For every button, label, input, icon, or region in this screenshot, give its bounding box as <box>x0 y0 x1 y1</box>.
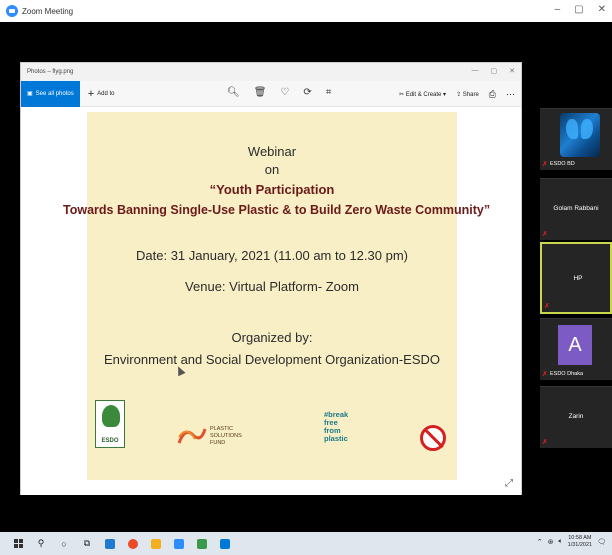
edit-create-label: Edit & Create <box>405 92 442 98</box>
participant-name: ESDO BD <box>550 161 575 167</box>
photos-icon: ▣ <box>27 91 33 97</box>
delete-icon[interactable]: 🗑︎ <box>254 87 267 98</box>
psf-text-1: PLASTIC <box>210 425 233 432</box>
restore-button[interactable]: ▢ <box>574 4 583 15</box>
participant-tile[interactable]: Golam Rabbani ✗ <box>540 178 612 240</box>
share-label: Share <box>462 92 479 98</box>
chrome-icon[interactable] <box>128 538 138 549</box>
flyer-line-webinar: Webinar <box>247 144 297 159</box>
printer-icon[interactable]: ⎙ <box>489 89 496 100</box>
flyer-organization: Environment and Social Development Organ… <box>103 352 440 367</box>
participant-photo <box>560 113 600 157</box>
bffp-text-4: plastic <box>324 434 348 443</box>
flyer-organized-by: Organized by: <box>231 330 313 345</box>
photos-close-button[interactable]: ✕ <box>509 67 515 75</box>
rotate-icon[interactable]: ⟳ <box>303 87 311 98</box>
photos-title: Photos – flyg.png <box>27 69 74 75</box>
flyer-venue: Venue: Virtual Platform- Zoom <box>185 279 359 294</box>
plastic-solutions-fund-logo: PLASTIC SOLUTIONS FUND <box>177 425 242 447</box>
participant-avatar: A <box>558 325 592 365</box>
photos-titlebar: Photos – flyg.png — ▢ ✕ <box>21 63 521 81</box>
add-to-button[interactable]: + Add to <box>88 88 115 100</box>
no-plastic-icon <box>420 425 446 451</box>
muted-mic-icon: ✗ <box>542 231 548 238</box>
participant-name: Zarin <box>568 413 584 420</box>
participant-tile[interactable]: A ESDO Dhaka ✗ <box>540 318 612 380</box>
crop-icon[interactable]: ⌗ <box>326 87 332 98</box>
muted-mic-icon: ✗ <box>544 303 550 310</box>
close-button[interactable]: ✕ <box>598 4 606 15</box>
volume-icon[interactable]: 🔈︎ <box>558 538 562 546</box>
flyer-line-on: on <box>264 162 280 177</box>
clock-date: 1/31/2021 <box>567 542 593 548</box>
notification-icon[interactable]: 🗨︎ <box>597 538 606 546</box>
muted-mic-icon: ✗ <box>542 161 548 168</box>
esdo-logo: ESDO <box>95 400 125 448</box>
participant-tile-active[interactable]: HP ✗ <box>540 242 612 314</box>
participant-name: Golam Rabbani <box>553 205 599 212</box>
esdo-logo-text: ESDO <box>101 438 119 444</box>
participant-name: ESDO Dhaka <box>550 371 584 377</box>
add-to-label: Add to <box>97 90 115 97</box>
plus-icon: + <box>87 87 95 100</box>
photos-window: Photos – flyg.png — ▢ ✕ ▣ See all photos… <box>20 62 522 495</box>
psf-text-3: FUND <box>210 439 226 446</box>
muted-mic-icon: ✗ <box>542 439 548 446</box>
photos-taskbar-icon[interactable] <box>220 538 230 549</box>
photos-toolbar: ▣ See all photos + Add to 🔍︎ 🗑︎ ♡ ⟳ ⌗ ✂ … <box>21 80 521 107</box>
break-free-from-plastic-logo: #break free from plastic <box>324 411 348 443</box>
system-tray: ⌃ ⊛ 🔈︎ 10:58 AM 1/31/2021 🗨︎ <box>537 535 606 549</box>
see-all-label: See all photos <box>35 90 74 97</box>
muted-mic-icon: ✗ <box>542 371 548 378</box>
windows-start-icon[interactable] <box>14 539 23 548</box>
photos-minimize-button[interactable]: — <box>472 67 479 75</box>
see-all-photos-button[interactable]: ▣ See all photos <box>21 80 80 107</box>
psf-text-2: SOLUTIONS <box>210 432 242 439</box>
flyer-title-line2: Towards Banning Single-Use Plastic & to … <box>63 203 491 217</box>
image-viewport: Webinar on “Youth Participation Towards … <box>21 107 521 495</box>
cortana-icon[interactable]: ○ <box>59 539 69 549</box>
windows-taskbar: ⚲ ○ ⧉ ⌃ ⊛ 🔈︎ 10:58 AM 1/31/2021 🗨︎ <box>0 532 612 555</box>
share-button[interactable]: ⇪ Share <box>456 91 479 98</box>
participant-name: HP <box>573 275 583 282</box>
zoom-titlebar: Zoom Meeting – ▢ ✕ <box>0 0 612 22</box>
more-icon[interactable]: ⋯ <box>506 89 515 100</box>
favorite-icon[interactable]: ♡ <box>280 87 289 98</box>
participant-tile[interactable]: Zarin ✗ <box>540 386 612 448</box>
expand-icon[interactable]: ⤢ <box>505 478 513 489</box>
webinar-flyer: Webinar on “Youth Participation Towards … <box>63 112 490 480</box>
photos-restore-button[interactable]: ▢ <box>491 67 498 75</box>
network-icon[interactable]: ⊛ <box>548 538 554 546</box>
zoom-logo-icon <box>6 5 18 17</box>
participant-tile[interactable]: ESDO BD ✗ <box>540 108 612 170</box>
flyer-title-line1: “Youth Participation <box>209 182 335 197</box>
chevron-up-icon[interactable]: ⌃ <box>537 538 543 546</box>
flyer-date: Date: 31 January, 2021 (11.00 am to 12.3… <box>136 248 408 263</box>
window-title: Zoom Meeting <box>22 6 74 16</box>
search-icon[interactable]: ⚲ <box>36 538 46 549</box>
zoom-in-icon[interactable]: 🔍︎ <box>227 87 240 98</box>
clock[interactable]: 10:58 AM 1/31/2021 <box>568 535 592 549</box>
zoom-taskbar-icon[interactable] <box>174 538 184 549</box>
minimize-button[interactable]: – <box>555 4 561 15</box>
edit-create-button[interactable]: ✂ Edit & Create ▾ <box>399 91 446 98</box>
clock-time: 10:58 AM <box>568 535 592 541</box>
app-icon[interactable] <box>197 538 207 549</box>
task-view-icon[interactable]: ⧉ <box>82 538 92 549</box>
edge-icon[interactable] <box>105 538 115 549</box>
file-explorer-icon[interactable] <box>151 538 161 549</box>
